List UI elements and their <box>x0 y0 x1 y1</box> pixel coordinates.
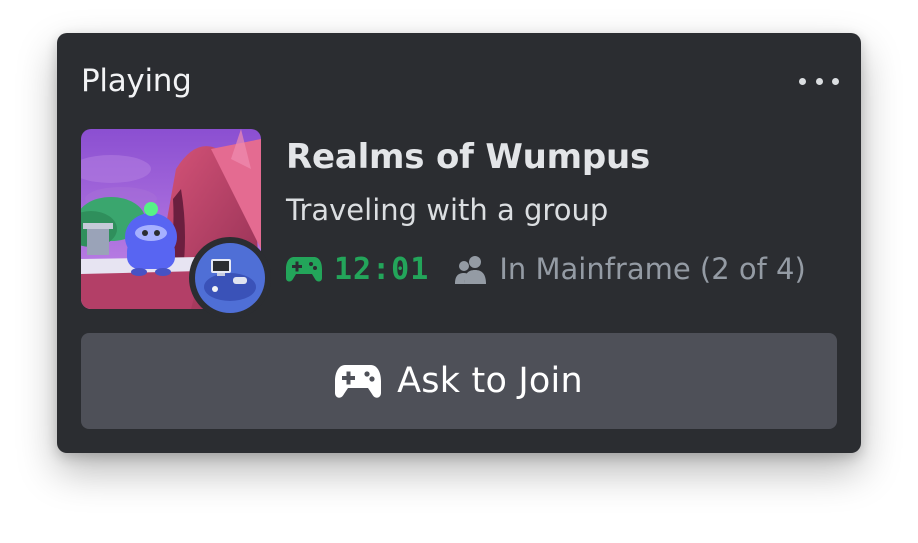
more-dot <box>815 77 823 85</box>
platform-badge <box>189 237 271 319</box>
party-status-text: In Mainframe (2 of 4) <box>499 252 806 286</box>
controller-icon <box>335 365 382 398</box>
activity-header-label: Playing <box>81 63 192 99</box>
activity-meta-row: 12:01 In Mainframe (2 of 4) <box>286 249 806 289</box>
ask-to-join-label: Ask to Join <box>397 361 583 401</box>
people-icon <box>455 256 487 284</box>
game-art-container <box>81 129 271 319</box>
elapsed-timer: 12:01 <box>334 251 430 287</box>
game-title: Realms of Wumpus <box>286 137 651 177</box>
game-state-text: Traveling with a group <box>286 193 609 227</box>
activity-card: Playing Realms of Wumpus Traveling with … <box>57 33 861 453</box>
more-dot <box>799 77 806 85</box>
controller-icon <box>286 257 322 282</box>
ask-to-join-button[interactable]: Ask to Join <box>81 333 837 429</box>
more-options-button[interactable] <box>799 71 839 91</box>
more-dot <box>832 77 839 85</box>
